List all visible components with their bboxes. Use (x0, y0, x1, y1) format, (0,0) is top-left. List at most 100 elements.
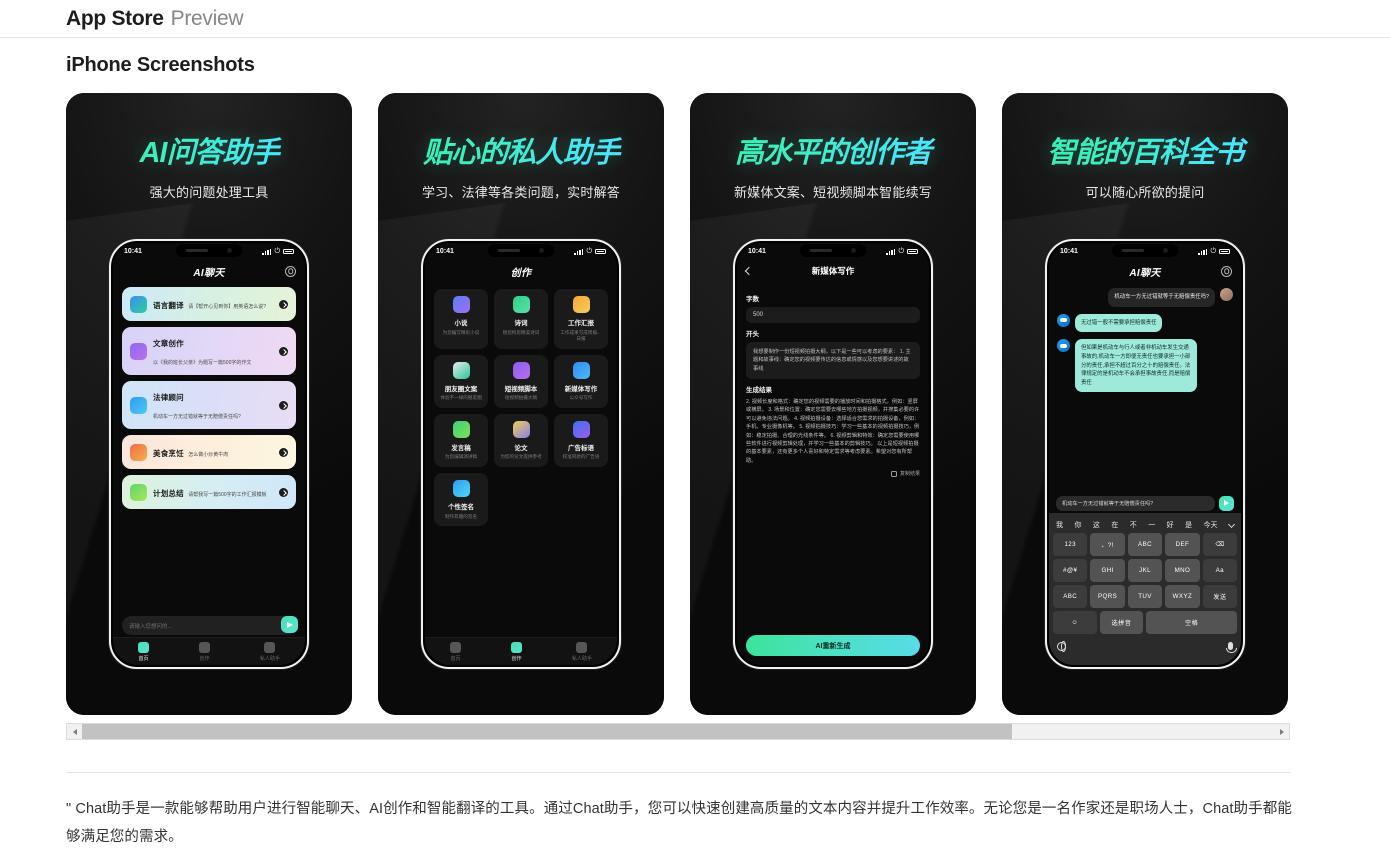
key-def[interactable]: DEF (1165, 533, 1200, 556)
send-icon[interactable] (1219, 495, 1234, 511)
grid-item[interactable]: 广告标语 校准同款的广告语 (554, 413, 608, 468)
grid-item[interactable]: 发言稿 为您编辑演讲稿 (434, 413, 488, 468)
shot-4-screen: 10:41 ⏻ AI聊天 机动车一方无过错就等于无赔偿责任吗? 无过错一般不需要… (1049, 243, 1241, 665)
scrollbar-thumb[interactable] (82, 724, 1012, 739)
key-pinyin[interactable]: 选拼音 (1099, 611, 1144, 634)
grid-item[interactable]: 论文 为您的论文提供参考 (494, 413, 548, 468)
key-jkl[interactable]: JKL (1127, 559, 1163, 582)
prediction-word[interactable]: 今天 (1204, 520, 1218, 530)
ai-regenerate-button[interactable]: AI重新生成 (746, 635, 920, 656)
prediction-word[interactable]: 在 (1111, 520, 1118, 530)
list-item[interactable]: 文章创作 以《我的班长父亲》为题写一篇500字的作文 (122, 327, 296, 375)
app-store-topbar: App Store Preview (0, 0, 1390, 38)
card-subtitle: 机动车一方无过错就等于无赔偿责任吗? (153, 414, 241, 420)
tab-create[interactable]: 创作 (198, 641, 210, 662)
chevron-right-icon[interactable] (279, 447, 288, 457)
scroll-left-arrow[interactable] (67, 724, 82, 739)
key-punct[interactable]: 、?! (1090, 533, 1125, 556)
key-space[interactable]: 空格 (1146, 611, 1237, 634)
shot-4-navbar: AI聊天 (1049, 260, 1241, 282)
poem-icon (512, 296, 530, 313)
shot-1-hero-title: AI问答助手 (66, 129, 352, 171)
scrollbar-track[interactable] (82, 724, 1274, 739)
tab-home[interactable]: 首页 (137, 641, 149, 662)
prediction-word[interactable]: 你 (1074, 520, 1081, 530)
grid-item[interactable]: 个性签名 制作有趣的签名 (434, 473, 488, 527)
copy-result-button[interactable]: 复制结果 (746, 470, 920, 477)
grid-item[interactable]: 新媒体写作 公众号写作 (554, 354, 608, 408)
grid-item[interactable]: 短视频脚本 短视频拍摄大纲 (494, 354, 548, 408)
battery-icon (283, 248, 294, 255)
user-avatar (1220, 288, 1233, 301)
tab-create[interactable]: 创作 (510, 641, 522, 662)
keyboard-row: #@¥ GHI JKL MNO Aa (1053, 559, 1238, 582)
grid-item[interactable]: 朋友圈文案 体验不一样的朋友圈 (434, 354, 488, 408)
grid-item[interactable]: 工作汇报 工作成果写成周报、日报 (554, 289, 608, 349)
prompt-input[interactable]: 请输入您想问的... (122, 616, 296, 635)
tab-assistant[interactable]: 私人助手 (260, 641, 280, 662)
screenshot-3[interactable]: 高水平的创作者 新媒体文案、短视频脚本智能续写 10:41 ⏻ 新媒体写作 字数… (690, 93, 976, 715)
key-abc[interactable]: ABC (1127, 533, 1163, 556)
message-bubble: 无过错一般不需要承担赔偿责任 (1075, 313, 1163, 333)
shot-3-nav-title: 新媒体写作 (811, 266, 855, 276)
mic-icon[interactable] (1226, 642, 1237, 653)
status-bar: 10:41 ⏻ (425, 243, 617, 260)
key-wxyz[interactable]: WXYZ (1165, 585, 1200, 608)
chevron-right-icon[interactable] (279, 487, 288, 497)
key-tuv[interactable]: TUV (1127, 585, 1163, 608)
list-item[interactable]: 法律顾问 机动车一方无过错就等于无赔偿责任吗? (122, 381, 296, 429)
globe-icon[interactable] (1057, 641, 1066, 653)
screenshot-1[interactable]: AI问答助手 强大的问题处理工具 10:41 ⏻ AI聊天 语言翻译 请【帮开心… (66, 93, 352, 715)
send-icon[interactable] (281, 616, 298, 633)
creation-grid: 小说 为您编写精彩小说 诗词 替您构思精美诗词 工作汇报 工作成果写成周报、日报… (425, 282, 617, 533)
key-ghi[interactable]: GHI (1090, 559, 1125, 582)
gear-icon[interactable] (285, 265, 296, 277)
prediction-word[interactable]: 一 (1148, 520, 1155, 530)
key-abc-mode[interactable]: ABC (1053, 585, 1088, 608)
chat-message-user: 机动车一方无过错就等于无赔偿责任吗? (1057, 288, 1233, 307)
list-item[interactable]: 语言翻译 请【帮开心见到你】用英语怎么说? (122, 287, 296, 321)
screenshots-strip[interactable]: AI问答助手 强大的问题处理工具 10:41 ⏻ AI聊天 语言翻译 请【帮开心… (0, 93, 1390, 715)
chevron-down-icon[interactable] (1227, 520, 1235, 529)
back-chevron-icon[interactable] (744, 266, 754, 276)
grid-item[interactable]: 诗词 替您构思精美诗词 (494, 289, 548, 349)
prediction-word[interactable]: 这 (1093, 520, 1100, 530)
chat-input[interactable]: 机动车一方无过错就等于无赔偿责任吗? (1056, 495, 1215, 511)
key-emoji[interactable]: ☺ (1053, 611, 1097, 634)
key-shift[interactable]: Aa (1202, 559, 1238, 582)
horizontal-scrollbar[interactable] (66, 723, 1290, 740)
shot-3-body: 字数 500 开头 我想要制作一份短视频拍摄大纲，以下是一些可以考虑的要素： 1… (737, 282, 929, 665)
key-123[interactable]: 123 (1053, 533, 1088, 556)
prediction-word[interactable]: 我 (1056, 520, 1063, 530)
newmedia-form: 字数 500 开头 我想要制作一份短视频拍摄大纲，以下是一些可以考虑的要素： 1… (737, 282, 929, 477)
tab-assistant[interactable]: 私人助手 (572, 641, 592, 662)
prediction-word[interactable]: 是 (1185, 520, 1192, 530)
chevron-right-icon[interactable] (279, 299, 288, 309)
signal-icon (886, 248, 896, 255)
word-count-input[interactable]: 500 (746, 307, 920, 323)
scroll-right-arrow[interactable] (1274, 724, 1289, 739)
screenshot-4[interactable]: 智能的百科全书 可以随心所欲的提问 10:41 ⏻ AI聊天 机动车一方无过错就… (1002, 93, 1288, 715)
key-backspace[interactable]: ⌫ (1202, 533, 1238, 556)
key-pqrs[interactable]: PQRS (1090, 585, 1125, 608)
gear-icon[interactable] (1221, 265, 1232, 277)
grid-title: 小说 (454, 320, 468, 327)
screenshot-2[interactable]: 贴心的私人助手 学习、法律等各类问题，实时解答 10:41 ⏻ 创作 小说 为您… (378, 93, 664, 715)
shot-3-screen: 10:41 ⏻ 新媒体写作 字数 500 开头 我想要制作一份短视频拍摄大纲，以… (737, 243, 929, 665)
tab-home[interactable]: 首页 (449, 641, 461, 662)
prediction-word[interactable]: 好 (1167, 520, 1174, 530)
key-send[interactable]: 发送 (1202, 585, 1238, 608)
chevron-right-icon[interactable] (279, 400, 288, 410)
keyboard-row: ☺ 选拼音 空格 (1053, 611, 1237, 634)
list-item[interactable]: 美食烹饪 怎么做小炒黄牛肉 (122, 435, 296, 469)
prediction-word[interactable]: 不 (1130, 520, 1137, 530)
chat-input-row: 机动车一方无过错就等于无赔偿责任吗? (1056, 494, 1234, 512)
list-item[interactable]: 计划总结 请帮我写一篇500字的工作汇报模板 (122, 475, 296, 509)
key-mno[interactable]: MNO (1165, 559, 1200, 582)
chevron-right-icon[interactable] (279, 346, 288, 356)
grid-item[interactable]: 小说 为您编写精彩小说 (434, 289, 488, 349)
grid-subtitle: 短视频拍摄大纲 (504, 395, 538, 401)
opening-textarea[interactable]: 我想要制作一份短视频拍摄大纲，以下是一些可以考虑的要素： 1. 主题和故事线：确… (746, 342, 920, 379)
key-symbols[interactable]: #@¥ (1053, 559, 1088, 582)
word-count-label: 字数 (746, 296, 759, 303)
